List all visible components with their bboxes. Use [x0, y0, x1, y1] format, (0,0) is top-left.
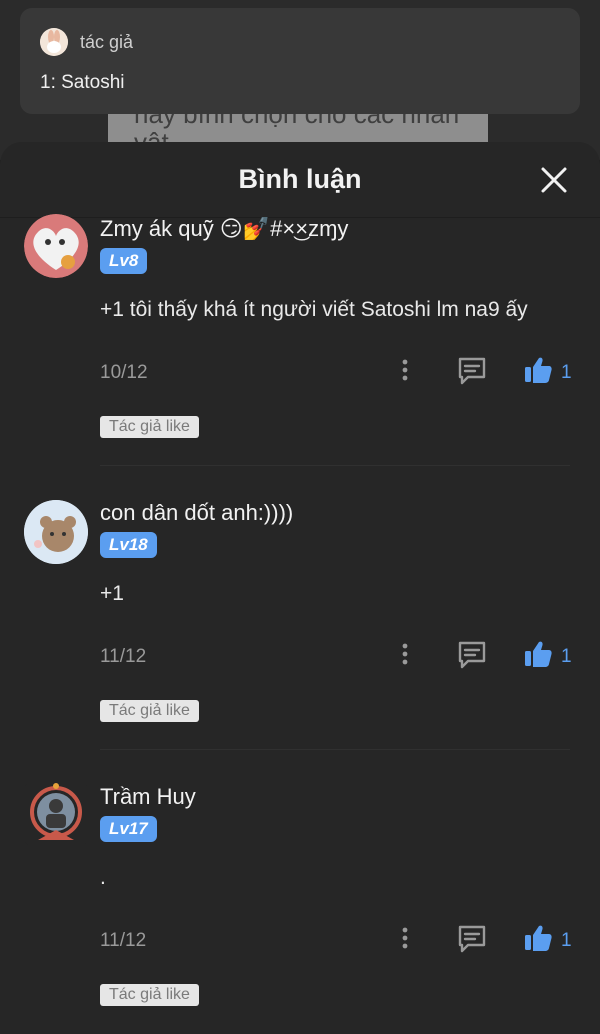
- close-button[interactable]: [538, 164, 570, 196]
- comment-date: 10/12: [100, 362, 148, 383]
- level-badge: Lv17: [100, 816, 157, 842]
- sheet-header: Bình luận: [0, 142, 600, 218]
- avatar[interactable]: [24, 500, 88, 564]
- like-count: 1: [561, 362, 572, 383]
- author-popup: tác giả 1: Satoshi: [20, 8, 580, 114]
- author-like-tag: Tác giả like: [100, 700, 199, 722]
- comment-text: .: [100, 866, 106, 889]
- more-icon[interactable]: [397, 358, 413, 382]
- author-like-tag: Tác giả like: [100, 416, 199, 438]
- sheet-title: Bình luận: [238, 164, 362, 194]
- divider: [100, 749, 570, 750]
- reply-icon[interactable]: [456, 639, 488, 669]
- reply-icon[interactable]: [456, 923, 488, 953]
- author-avatar: [40, 28, 68, 56]
- level-badge: Lv8: [100, 248, 148, 274]
- comment-author-name[interactable]: Trầm Huy: [100, 784, 196, 810]
- like-icon[interactable]: [523, 355, 553, 385]
- like-count: 1: [561, 930, 572, 951]
- level-badge: Lv18: [100, 532, 157, 558]
- more-icon[interactable]: [397, 926, 413, 950]
- comment-text: +1 tôi thấy khá ít người viết Satoshi lm…: [100, 298, 528, 321]
- comment-item: Zmy ák quỹ 😏💅#×͜×zɱy Lv8 +1 tôi thấy khá…: [0, 208, 600, 492]
- comment-item: Trầm Huy Lv17 . 11/12 1 Tác giả like: [0, 776, 600, 1034]
- like-count: 1: [561, 646, 572, 667]
- like-icon[interactable]: [523, 923, 553, 953]
- like-icon[interactable]: [523, 639, 553, 669]
- comment-date: 11/12: [100, 930, 147, 951]
- author-like-tag: Tác giả like: [100, 984, 199, 1006]
- comments-sheet: Bình luận Zmy ák quỹ 😏💅#×͜×zɱy Lv8 +1 tô…: [0, 142, 600, 1034]
- reply-icon[interactable]: [456, 355, 488, 385]
- author-label: tác giả: [80, 31, 134, 52]
- close-icon: [541, 167, 567, 193]
- comment-text: +1: [100, 582, 124, 605]
- comment-author-name[interactable]: con dân dốt anh:)))): [100, 500, 293, 526]
- avatar[interactable]: [24, 782, 88, 846]
- comment-item: con dân dốt anh:)))) Lv18 +1 11/12 1 Tác…: [0, 492, 600, 776]
- comment-author-name[interactable]: Zmy ák quỹ 😏💅#×͜×zɱy: [100, 216, 348, 242]
- divider: [100, 465, 570, 466]
- author-value: 1: Satoshi: [40, 72, 125, 93]
- more-icon[interactable]: [397, 642, 413, 666]
- comment-date: 11/12: [100, 646, 147, 667]
- author-row: tác giả: [40, 28, 560, 56]
- avatar[interactable]: [24, 214, 88, 278]
